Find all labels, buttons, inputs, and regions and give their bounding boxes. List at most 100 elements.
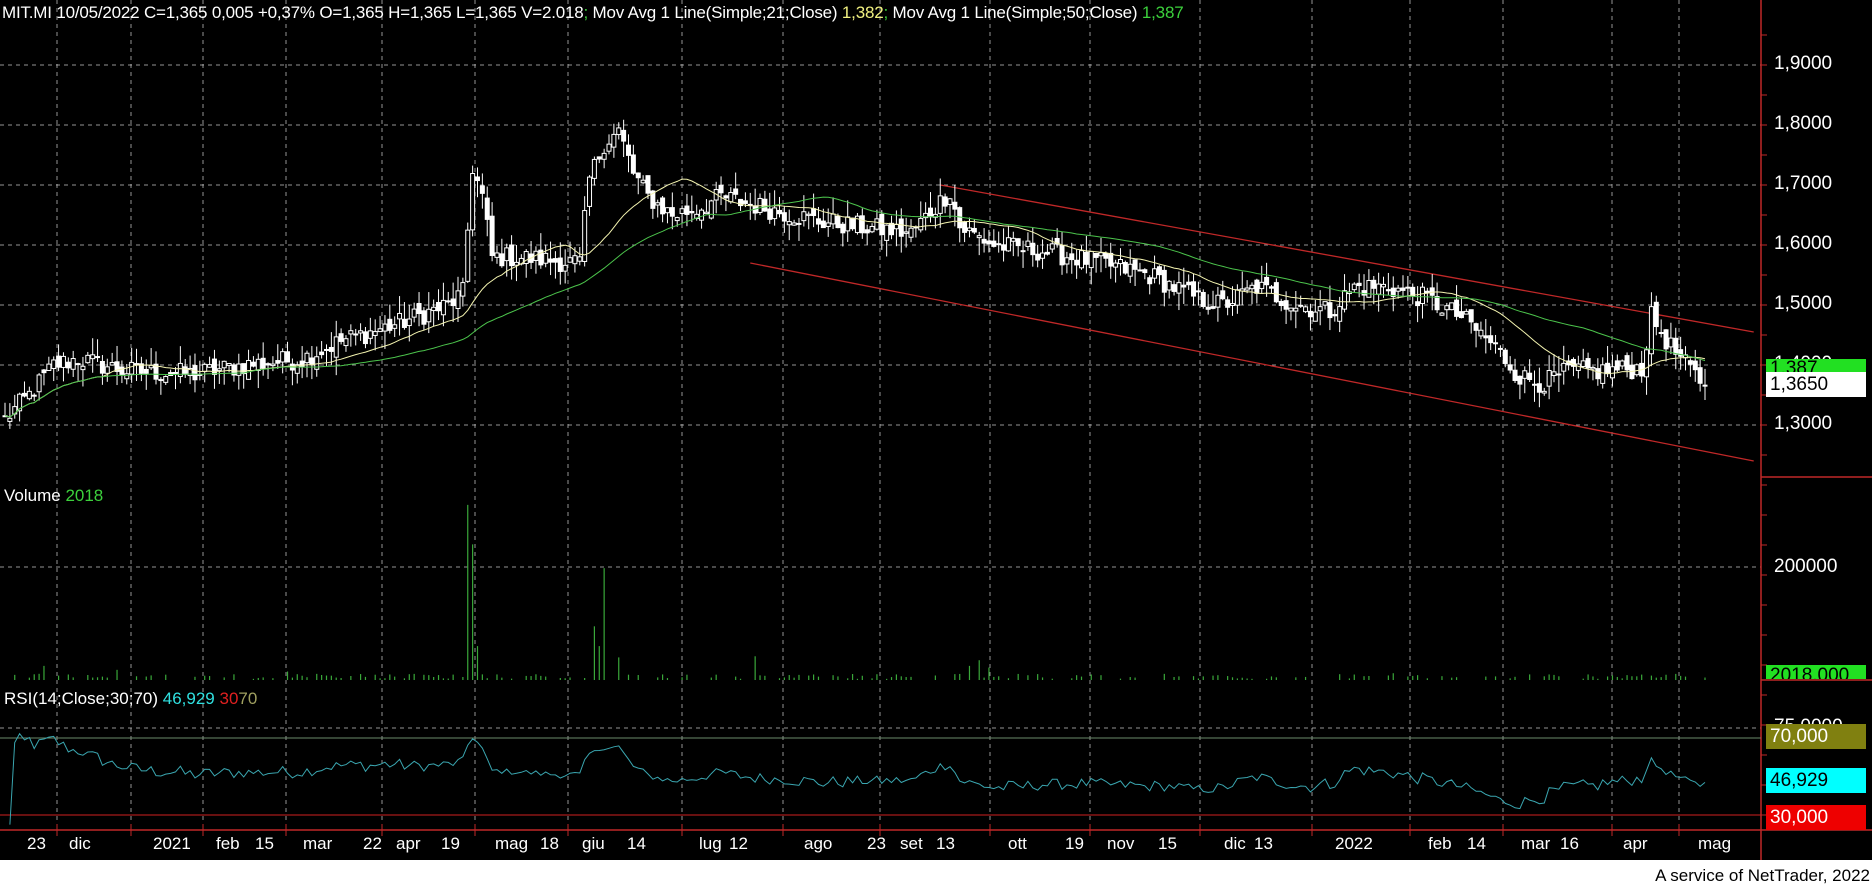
candle-body — [703, 211, 709, 215]
candle-body — [246, 359, 252, 380]
candle-body — [689, 210, 695, 214]
candle-body — [236, 363, 242, 376]
candle-body — [509, 244, 515, 267]
candle-body — [850, 217, 856, 230]
candle-body — [202, 363, 208, 373]
candle-body — [1137, 269, 1143, 272]
candle-body — [1093, 252, 1099, 258]
candle-body — [1400, 287, 1406, 291]
candle-body — [470, 173, 476, 231]
candle-body — [845, 216, 851, 232]
candle-body — [1259, 281, 1265, 290]
candle-body — [616, 127, 622, 136]
candle-body — [411, 308, 417, 318]
candle-body — [31, 394, 37, 397]
candle-body — [1015, 238, 1021, 247]
candle-body — [270, 363, 276, 367]
candle-body — [1230, 303, 1236, 306]
ma50-value: 1,387 — [1141, 3, 1184, 22]
rsi-label: RSI(14;Close;30;70) — [4, 689, 159, 708]
candle-body — [1395, 287, 1401, 292]
candle-body — [60, 355, 66, 368]
candle-body — [275, 360, 281, 364]
candle-body — [1502, 349, 1508, 364]
candle-body — [46, 363, 52, 371]
candle-body — [587, 176, 593, 207]
candle-body — [143, 368, 149, 374]
date-tick-label: feb — [1428, 834, 1452, 853]
candle-body — [1132, 259, 1138, 270]
candle-body — [937, 195, 943, 214]
candle-body — [382, 323, 388, 332]
candle-body — [1692, 360, 1698, 371]
candle-body — [1268, 286, 1274, 289]
candle-body — [7, 417, 13, 422]
chart-canvas[interactable] — [0, 0, 1872, 888]
chart-window: MIT.MI 10/05/2022 C=1,365 0,005 +0,37% O… — [0, 0, 1872, 888]
candle-body — [781, 212, 787, 222]
ma21-value: 1,382 — [841, 3, 884, 22]
candle-body — [1113, 262, 1119, 268]
candle-body — [513, 261, 519, 266]
candle-body — [1035, 253, 1041, 261]
candle-body — [21, 392, 27, 397]
candle-body — [1156, 266, 1162, 276]
candle-body — [776, 209, 782, 215]
candle-body — [1166, 280, 1172, 291]
candle-body — [1307, 310, 1313, 318]
candle-body — [1356, 282, 1362, 287]
candle-body — [124, 373, 130, 380]
candle-body — [1497, 347, 1503, 350]
candle-body — [1385, 289, 1391, 292]
candle-body — [557, 257, 563, 272]
candle-body — [104, 366, 110, 374]
candle-body — [1580, 360, 1586, 368]
date-tick-label: lug — [699, 834, 722, 853]
candle-body — [119, 366, 125, 375]
candle-body — [815, 218, 821, 225]
candle-body — [85, 354, 91, 364]
separator: ; — [583, 3, 589, 22]
candle-body — [562, 264, 568, 272]
candle-body — [1317, 306, 1323, 312]
candle-body — [1619, 360, 1625, 367]
candle-body — [319, 351, 325, 356]
ma21-label: Mov Avg 1 Line(Simple;21;Close) — [592, 3, 838, 22]
candle-body — [489, 215, 495, 256]
price-tick-label: 1,3000 — [1774, 413, 1833, 434]
candle-body — [216, 368, 222, 372]
candle-body — [1225, 299, 1231, 308]
candle-body — [1298, 304, 1304, 307]
header-quote-line: MIT.MI 10/05/2022 C=1,365 0,005 +0,37% O… — [2, 3, 1184, 23]
candle-body — [918, 217, 924, 231]
candle-body — [898, 218, 904, 237]
candle-body — [1332, 314, 1338, 317]
candle-body — [1088, 250, 1094, 269]
candle-body — [981, 238, 987, 244]
candle-body — [499, 253, 505, 267]
candle-body — [1152, 268, 1158, 279]
candle-body — [1381, 283, 1387, 288]
candle-body — [1687, 360, 1693, 365]
candle-body — [431, 306, 437, 312]
price-tick-label: 1,6000 — [1774, 233, 1833, 254]
date-tick-label: 14 — [627, 834, 646, 853]
candle-body — [241, 363, 247, 375]
candle-body — [971, 227, 977, 233]
candle-body — [835, 215, 841, 229]
candle-body — [1561, 362, 1567, 372]
candle-body — [182, 366, 188, 375]
candle-body — [966, 227, 972, 232]
candle-body — [1249, 284, 1255, 290]
candle-body — [567, 257, 573, 263]
candle-body — [1303, 306, 1309, 313]
candle-body — [90, 354, 96, 360]
candle-body — [450, 298, 456, 307]
candle-body — [830, 213, 836, 225]
candle-body — [172, 371, 178, 374]
candle-body — [767, 208, 773, 220]
candle-body — [1702, 384, 1708, 387]
rsi-high: 70 — [238, 689, 258, 708]
candle-body — [811, 208, 817, 217]
candle-body — [1673, 337, 1679, 355]
